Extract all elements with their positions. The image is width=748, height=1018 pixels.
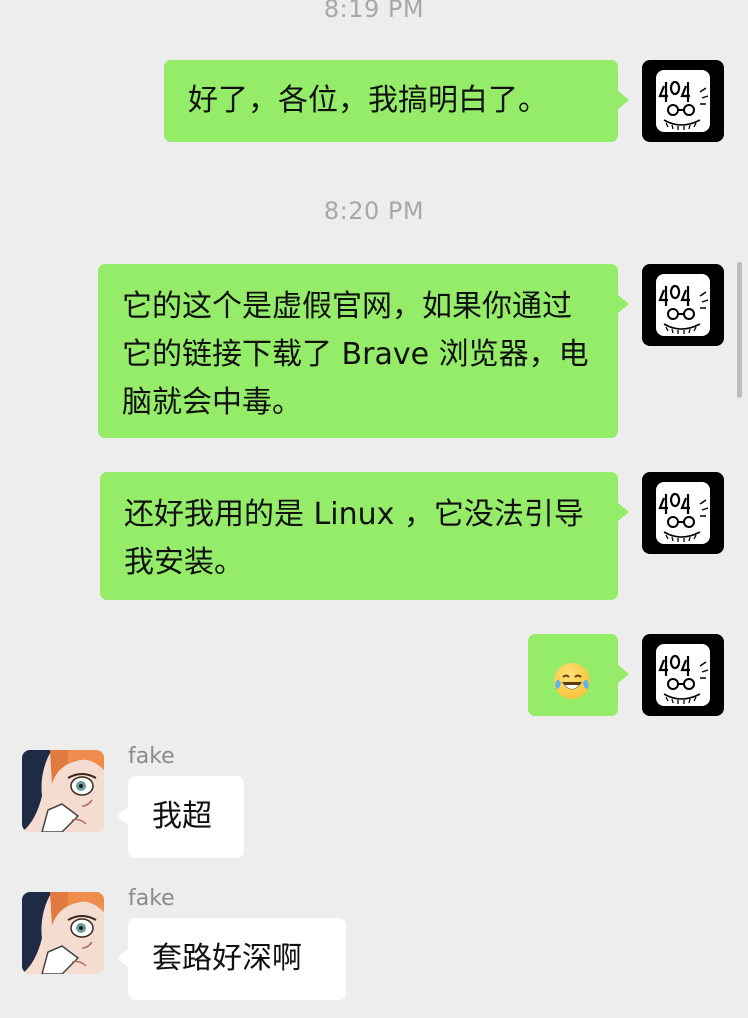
chat-view: 8:19 PM 好了，各位，我搞明白了。 8:20 PM 它的这个是虚假官网，如…: [0, 0, 748, 1018]
contact-avatar[interactable]: [22, 892, 104, 974]
message-text: 我超: [152, 799, 212, 834]
avatar-404-icon: [642, 634, 724, 716]
avatar-404-icon: [642, 60, 724, 142]
anime-character-avatar-icon: [22, 892, 104, 974]
message-text: 还好我用的是 Linux ，它没法引导我安装。: [124, 497, 584, 580]
message-bubble[interactable]: 它的这个是虚假官网，如果你通过它的链接下载了 Brave 浏览器，电脑就会中毒。: [98, 264, 629, 438]
avatar-404-icon: [642, 264, 724, 346]
message-bubble[interactable]: 好了，各位，我搞明白了。: [164, 60, 629, 142]
message-text: 套路好深啊: [152, 941, 302, 976]
sender-name: fake: [128, 886, 175, 911]
message-bubble[interactable]: 我超: [117, 776, 244, 858]
contact-avatar[interactable]: [22, 750, 104, 832]
sender-name: fake: [128, 744, 175, 769]
my-avatar[interactable]: [642, 634, 724, 716]
scrollbar[interactable]: [737, 262, 742, 398]
anime-character-avatar-icon: [22, 750, 104, 832]
my-avatar[interactable]: [642, 60, 724, 142]
message-bubble[interactable]: [528, 634, 629, 716]
message-text: 好了，各位，我搞明白了。: [188, 83, 548, 118]
avatar-404-icon: [642, 472, 724, 554]
timestamp: 8:20 PM: [323, 197, 425, 225]
message-text: 它的这个是虚假官网，如果你通过它的链接下载了 Brave 浏览器，电脑就会中毒。: [122, 289, 589, 420]
timestamp: 8:19 PM: [323, 0, 425, 23]
message-bubble[interactable]: 套路好深啊: [117, 918, 346, 1000]
my-avatar[interactable]: [642, 472, 724, 554]
my-avatar[interactable]: [642, 264, 724, 346]
message-bubble[interactable]: 还好我用的是 Linux ，它没法引导我安装。: [100, 472, 629, 600]
laughing-crying-emoji-icon: [554, 662, 590, 699]
